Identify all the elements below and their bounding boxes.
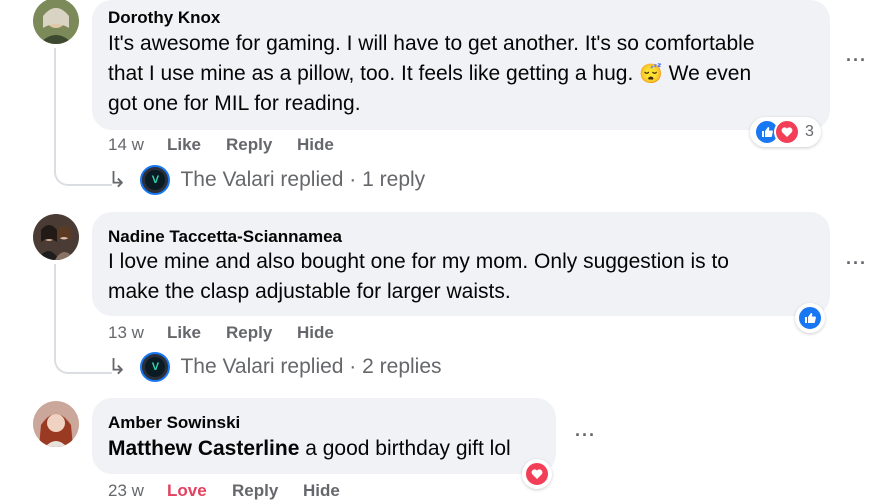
reply-button[interactable]: Reply [226, 323, 272, 343]
comment-timestamp[interactable]: 14 w [108, 135, 144, 155]
view-replies-link[interactable]: ↳ V The Valari replied · 2 replies [108, 352, 442, 382]
reply-arrow-icon: ↳ [108, 354, 127, 379]
comment-timestamp[interactable]: 13 w [108, 323, 144, 343]
comment-text-line: that I use mine as a pillow, too. It fee… [108, 59, 751, 90]
comment-text-fragment: that I use mine as a pillow, too. It fee… [108, 62, 634, 85]
comment-text-line: make the clasp adjustable for larger wai… [108, 280, 511, 303]
avatar[interactable] [33, 401, 79, 447]
comment-author[interactable]: Nadine Taccetta-Sciannamea [108, 227, 342, 247]
love-reaction-icon [524, 461, 550, 487]
sleeping-emoji-icon: 😴 [639, 64, 663, 85]
view-replies-link[interactable]: ↳ V The Valari replied · 1 reply [108, 165, 425, 195]
reply-arrow-icon: ↳ [108, 167, 127, 192]
thread-connector [54, 152, 112, 186]
mention-link[interactable]: Matthew Casterline [108, 437, 299, 460]
comment-author[interactable]: Amber Sowinski [108, 413, 240, 433]
more-options-button[interactable]: ··· [575, 425, 596, 446]
reply-button[interactable]: Reply [232, 481, 278, 501]
reaction-summary[interactable] [795, 303, 825, 333]
comment-text-line: I love mine and also bought one for my m… [108, 250, 729, 273]
more-options-button[interactable]: ··· [846, 50, 867, 71]
valari-logo-icon: V [145, 357, 166, 377]
comment-text-line: Matthew Casterline a good birthday gift … [108, 434, 511, 464]
page-avatar: V [140, 352, 171, 382]
hide-button[interactable]: Hide [297, 135, 334, 155]
valari-logo-icon: V [145, 170, 166, 190]
comment-timestamp[interactable]: 23 w [108, 481, 144, 501]
reaction-summary[interactable]: 3 [750, 117, 821, 147]
thread-connector [54, 340, 112, 374]
like-button[interactable]: Like [167, 323, 201, 343]
reaction-count: 3 [805, 123, 814, 140]
hide-button[interactable]: Hide [303, 481, 340, 501]
avatar[interactable] [33, 0, 79, 44]
like-button[interactable]: Like [167, 135, 201, 155]
comment-text-line: It's awesome for gaming. I will have to … [108, 32, 755, 55]
page-avatar: V [140, 165, 171, 195]
love-button[interactable]: Love [167, 481, 207, 501]
thread-line [54, 48, 56, 158]
reply-button[interactable]: Reply [226, 135, 272, 155]
comment-text-fragment: a good birthday gift lol [299, 437, 511, 460]
more-options-button[interactable]: ··· [846, 253, 867, 274]
hide-button[interactable]: Hide [297, 323, 334, 343]
thread-line [54, 264, 56, 346]
comment-text-line: got one for MIL for reading. [108, 92, 361, 115]
comment-author[interactable]: Dorothy Knox [108, 8, 220, 28]
reaction-summary[interactable] [522, 459, 552, 489]
love-reaction-icon [774, 119, 800, 145]
comment-text-fragment: We even [668, 62, 752, 85]
replies-summary: The Valari replied · 1 reply [180, 168, 426, 191]
avatar[interactable] [33, 214, 79, 260]
replies-summary: The Valari replied · 2 replies [180, 355, 442, 378]
like-reaction-icon [797, 305, 823, 331]
